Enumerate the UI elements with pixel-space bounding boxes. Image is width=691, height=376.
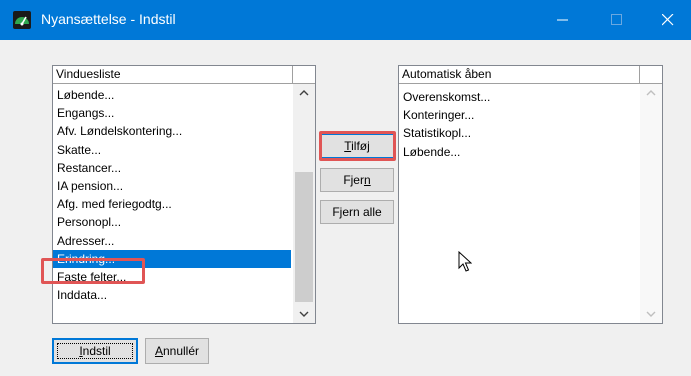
focus-rectangle	[57, 343, 133, 359]
remove-all-button-label-start: F	[332, 205, 340, 219]
list-item[interactable]: Skatte...	[53, 141, 291, 159]
minimize-button[interactable]	[540, 0, 586, 40]
chevron-up-icon	[299, 90, 309, 96]
close-icon	[662, 14, 674, 26]
cancel-button-label: nnullér	[162, 344, 200, 358]
add-button-label: ilføj	[351, 139, 370, 153]
list-item[interactable]: Personopl...	[53, 213, 291, 231]
scroll-down-button[interactable]	[293, 305, 315, 323]
auto-open-list-header[interactable]: Automatisk åben	[399, 66, 640, 84]
window-title: Nyansættelse - Indstil	[41, 11, 176, 27]
list-item[interactable]: Overenskomst...	[399, 88, 639, 106]
auto-open-list-scrollbar[interactable]	[640, 84, 662, 323]
list-item[interactable]: Løbende...	[399, 143, 639, 161]
list-item[interactable]: Statistikopl...	[399, 124, 639, 142]
list-item[interactable]: Konteringer...	[399, 106, 639, 124]
remove-all-button[interactable]: Fjern alle	[320, 200, 394, 224]
chevron-down-icon	[299, 311, 309, 317]
list-item[interactable]: Faste felter...	[53, 268, 291, 286]
scrollbar-thumb[interactable]	[295, 172, 313, 302]
maximize-icon	[611, 14, 622, 25]
mouse-pointer-icon	[458, 250, 473, 276]
list-item[interactable]: Afg. med feriegodtg...	[53, 195, 291, 213]
list-item[interactable]: Løbende...	[53, 86, 291, 104]
title-bar[interactable]: Nyansættelse - Indstil	[0, 0, 691, 40]
remove-all-button-label-end: ern alle	[342, 205, 382, 219]
window-list[interactable]: Vinduesliste Løbende... Engangs... Afv. …	[52, 65, 316, 324]
maximize-button[interactable]	[594, 0, 640, 40]
window-list-scrollbar[interactable]	[293, 84, 315, 323]
list-item[interactable]: Inddata...	[53, 286, 291, 304]
cancel-button-mnemonic: A	[154, 344, 163, 358]
chevron-up-icon	[646, 90, 656, 96]
scroll-up-button[interactable]	[293, 84, 315, 102]
remove-button-label: Fjer	[343, 173, 364, 187]
list-item-selected[interactable]: Erindring...	[53, 249, 291, 268]
close-button[interactable]	[645, 0, 691, 40]
list-item[interactable]: Adresser...	[53, 232, 291, 250]
ok-button[interactable]: Indstil	[52, 338, 138, 364]
list-item[interactable]: Afv. Løndelskontering...	[53, 122, 291, 140]
list-item[interactable]: IA pension...	[53, 177, 291, 195]
minimize-icon	[557, 19, 568, 21]
remove-button[interactable]: Fjern	[320, 168, 394, 192]
scroll-up-button[interactable]	[640, 84, 662, 102]
list-item[interactable]: Restancer...	[53, 159, 291, 177]
add-button[interactable]: Tilføj	[320, 134, 394, 158]
header-filler	[640, 66, 662, 84]
window-list-items: Løbende... Engangs... Afv. Løndelskonter…	[53, 86, 291, 304]
window-list-header[interactable]: Vinduesliste	[53, 66, 293, 84]
gauge-icon	[13, 11, 31, 29]
chevron-down-icon	[646, 311, 656, 317]
header-filler	[293, 66, 315, 84]
cancel-button[interactable]: Annullér	[145, 338, 209, 364]
auto-open-list[interactable]: Automatisk åben Overenskomst... Konterin…	[398, 65, 663, 324]
list-item[interactable]: Engangs...	[53, 104, 291, 122]
remove-button-mnemonic: n	[363, 173, 371, 187]
scroll-down-button[interactable]	[640, 305, 662, 323]
auto-open-list-items: Overenskomst... Konteringer... Statistik…	[399, 88, 639, 161]
